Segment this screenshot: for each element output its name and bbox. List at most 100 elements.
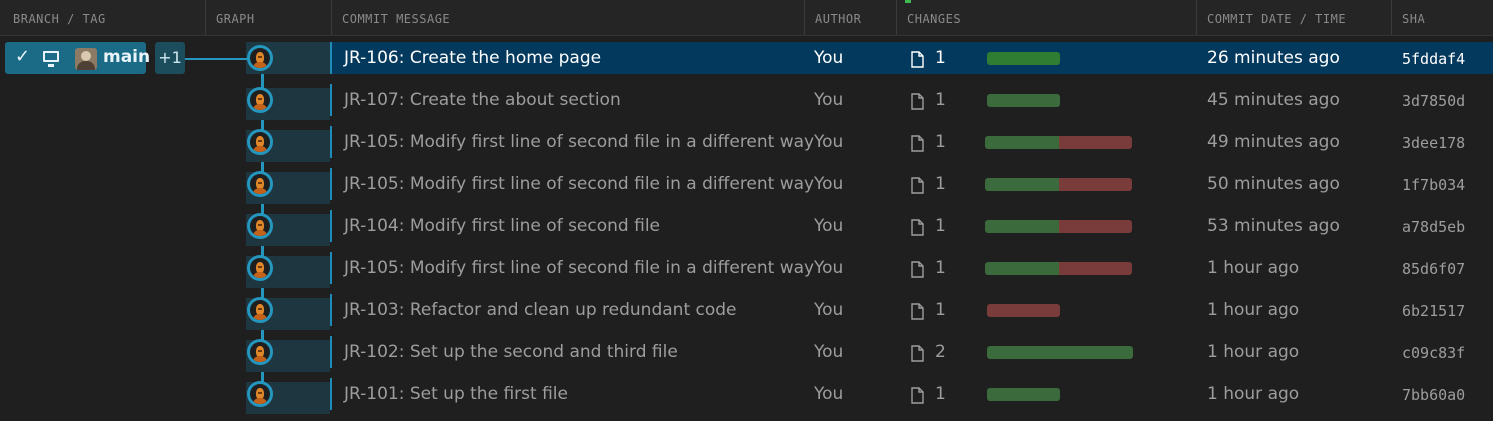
commit-sha[interactable]: 7bb60a0 bbox=[1402, 386, 1465, 404]
file-icon bbox=[911, 303, 924, 320]
commit-sha[interactable]: a78d5eb bbox=[1402, 218, 1465, 236]
deletions-bar bbox=[987, 304, 1060, 317]
commit-row[interactable]: JR-107: Create the about section You 1 45 m… bbox=[0, 82, 1493, 124]
changed-files-count: 1 bbox=[935, 174, 946, 194]
row-accent bbox=[330, 84, 332, 116]
commit-node-avatar[interactable] bbox=[247, 213, 273, 239]
column-header-sha[interactable]: SHA bbox=[1391, 0, 1493, 35]
row-accent bbox=[330, 42, 332, 74]
commit-date: 49 minutes ago bbox=[1207, 132, 1340, 152]
commit-node-avatar[interactable] bbox=[247, 129, 273, 155]
additions-bar bbox=[985, 136, 1059, 149]
commit-row[interactable]: JR-102: Set up the second and third file… bbox=[0, 334, 1493, 376]
column-header-commit-message[interactable]: COMMIT MESSAGE bbox=[331, 0, 804, 35]
column-header-branch-tag[interactable]: BRANCH / TAG bbox=[0, 0, 205, 35]
changed-files-count: 1 bbox=[935, 384, 946, 404]
deletions-bar bbox=[1059, 178, 1132, 191]
deletions-bar bbox=[1059, 262, 1132, 275]
additions-bar bbox=[987, 346, 1133, 359]
commit-date: 1 hour ago bbox=[1207, 342, 1300, 362]
commit-node-avatar[interactable] bbox=[247, 87, 273, 113]
commit-message: JR-105: Modify first line of second file… bbox=[344, 258, 815, 278]
commit-row[interactable]: JR-105: Modify first line of second file… bbox=[0, 166, 1493, 208]
file-icon bbox=[911, 387, 924, 404]
commit-node-avatar[interactable] bbox=[247, 171, 273, 197]
commit-date: 45 minutes ago bbox=[1207, 90, 1340, 110]
commit-author: You bbox=[814, 90, 844, 110]
commit-date: 53 minutes ago bbox=[1207, 216, 1340, 236]
branch-name: main bbox=[103, 47, 151, 67]
file-icon bbox=[911, 219, 924, 236]
changed-files-count: 1 bbox=[935, 216, 946, 236]
commit-row[interactable]: JR-101: Set up the first file You 1 1 hour … bbox=[0, 376, 1493, 418]
commit-message: JR-103: Refactor and clean up redundant … bbox=[344, 300, 737, 320]
header-indicator bbox=[905, 0, 911, 3]
commit-author: You bbox=[814, 342, 844, 362]
commit-sha[interactable]: 1f7b034 bbox=[1402, 176, 1465, 194]
commit-node-avatar[interactable] bbox=[247, 339, 273, 365]
changed-files-count: 2 bbox=[935, 342, 946, 362]
commit-node-avatar[interactable] bbox=[247, 381, 273, 407]
row-accent bbox=[330, 252, 332, 284]
file-icon bbox=[911, 345, 924, 362]
changed-files-count: 1 bbox=[935, 48, 946, 68]
commit-node-avatar[interactable] bbox=[247, 45, 273, 71]
changed-files-count: 1 bbox=[935, 132, 946, 152]
column-header-graph[interactable]: GRAPH bbox=[205, 0, 331, 35]
file-icon bbox=[911, 135, 924, 152]
commit-row[interactable]: JR-105: Modify first line of second file… bbox=[0, 124, 1493, 166]
commit-author: You bbox=[814, 258, 844, 278]
commit-date: 1 hour ago bbox=[1207, 300, 1300, 320]
commit-sha[interactable]: 6b21517 bbox=[1402, 302, 1465, 320]
branch-connector-line bbox=[185, 58, 248, 60]
additions-bar bbox=[987, 388, 1060, 401]
column-header-author[interactable]: AUTHOR bbox=[804, 0, 896, 35]
additions-bar bbox=[987, 94, 1060, 107]
commit-row[interactable]: JR-103: Refactor and clean up redundant … bbox=[0, 292, 1493, 334]
additions-bar bbox=[985, 178, 1059, 191]
row-accent bbox=[330, 336, 332, 368]
deletions-bar bbox=[1059, 136, 1132, 149]
column-header-date-time[interactable]: COMMIT DATE / TIME bbox=[1196, 0, 1391, 35]
commit-sha[interactable]: 3dee178 bbox=[1402, 134, 1465, 152]
check-icon: ✓ bbox=[15, 46, 31, 67]
commit-author: You bbox=[814, 216, 844, 236]
avatar bbox=[75, 48, 97, 70]
commit-message: JR-101: Set up the first file bbox=[344, 384, 568, 404]
file-icon bbox=[911, 261, 924, 278]
additions-bar bbox=[985, 262, 1059, 275]
commit-node-avatar[interactable] bbox=[247, 297, 273, 323]
column-header-changes[interactable]: CHANGES bbox=[896, 0, 1196, 35]
commit-sha[interactable]: c09c83f bbox=[1402, 344, 1465, 362]
commit-row[interactable]: JR-104: Modify first line of second file… bbox=[0, 208, 1493, 250]
commit-date: 1 hour ago bbox=[1207, 258, 1300, 278]
commit-author: You bbox=[814, 48, 844, 68]
row-accent bbox=[330, 294, 332, 326]
commit-message: JR-104: Modify first line of second file bbox=[344, 216, 661, 236]
commit-row[interactable]: JR-106: Create the home page You 1 26 minut… bbox=[0, 40, 1493, 82]
commit-sha[interactable]: 3d7850d bbox=[1402, 92, 1465, 110]
changed-files-count: 1 bbox=[935, 300, 946, 320]
commit-date: 26 minutes ago bbox=[1207, 48, 1340, 68]
column-header-bar: BRANCH / TAG GRAPH COMMIT MESSAGE AUTHOR… bbox=[0, 0, 1493, 36]
commit-author: You bbox=[814, 384, 844, 404]
commit-message: JR-106: Create the home page bbox=[344, 48, 602, 68]
branch-label-main[interactable]: ✓ main bbox=[5, 42, 150, 74]
row-accent bbox=[330, 378, 332, 410]
commit-author: You bbox=[814, 174, 844, 194]
more-branches-badge[interactable]: +1 bbox=[155, 42, 185, 74]
commit-node-avatar[interactable] bbox=[247, 255, 273, 281]
commit-date: 50 minutes ago bbox=[1207, 174, 1340, 194]
commit-message: JR-105: Modify first line of second file… bbox=[344, 174, 815, 194]
row-accent bbox=[330, 168, 332, 200]
deletions-bar bbox=[1059, 220, 1132, 233]
commit-date: 1 hour ago bbox=[1207, 384, 1300, 404]
file-icon bbox=[911, 51, 924, 68]
commit-sha[interactable]: 5fddaf4 bbox=[1402, 50, 1465, 68]
commit-author: You bbox=[814, 132, 844, 152]
additions-bar bbox=[985, 220, 1059, 233]
changed-files-count: 1 bbox=[935, 258, 946, 278]
row-accent bbox=[330, 126, 332, 158]
commit-row[interactable]: JR-105: Modify first line of second file… bbox=[0, 250, 1493, 292]
commit-sha[interactable]: 85d6f07 bbox=[1402, 260, 1465, 278]
